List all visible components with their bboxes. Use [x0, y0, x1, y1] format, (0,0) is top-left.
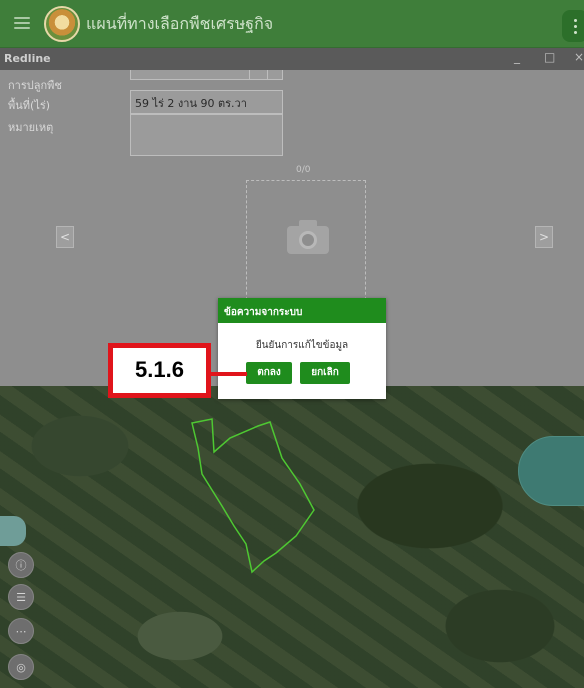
window-title: Redline — [4, 52, 51, 65]
satellite-map[interactable]: ⓘ ☰ ⋯ ◎ — [0, 386, 584, 688]
crop-select-field[interactable] — [130, 70, 283, 80]
remark-textarea[interactable] — [130, 114, 283, 156]
app-header: แผนที่ทางเลือกพืชเศรษฐกิจ — [0, 0, 584, 48]
dialog-title: ข้อความจากระบบ — [218, 298, 386, 323]
layers-icon[interactable]: ☰ — [8, 584, 34, 610]
minimize-button[interactable]: _ — [514, 50, 520, 64]
ok-button[interactable]: ตกลง — [246, 362, 292, 384]
next-photo-button[interactable]: > — [535, 226, 553, 248]
photo-counter: 0/0 — [296, 165, 311, 175]
area-label: พื้นที่(ไร่) — [8, 99, 51, 112]
more-icon[interactable]: ⋯ — [8, 618, 34, 644]
remark-label: หมายเหตุ — [8, 121, 54, 134]
info-icon[interactable]: ⓘ — [8, 552, 34, 578]
cancel-button[interactable]: ยกเลิก — [300, 362, 350, 384]
maximize-button[interactable]: □ — [544, 50, 555, 64]
more-options-icon[interactable] — [562, 10, 584, 42]
camera-icon — [287, 220, 329, 254]
photo-upload-box[interactable] — [246, 180, 366, 310]
area-field[interactable]: 59 ไร่ 2 งาน 90 ตร.วา — [130, 90, 283, 114]
app-title: แผนที่ทางเลือกพืชเศรษฐกิจ — [86, 14, 274, 33]
redline-window-bar: Redline _ □ × — [0, 48, 584, 70]
menu-icon[interactable] — [14, 17, 30, 29]
dialog-message: ยืนยันการแก้ไขข้อมูล — [255, 340, 349, 351]
crop-label: การปลูกพืช — [8, 79, 62, 92]
confirm-dialog: ข้อความจากระบบ ยืนยันการแก้ไขข้อมูล ตกลง… — [218, 298, 386, 399]
step-callout: 5.1.6 — [108, 343, 211, 398]
agency-logo — [44, 6, 80, 42]
callout-pointer — [211, 372, 247, 376]
close-button[interactable]: × — [574, 50, 584, 64]
parcel-polygon[interactable] — [0, 386, 584, 688]
prev-photo-button[interactable]: < — [56, 226, 74, 248]
locate-icon[interactable]: ◎ — [8, 654, 34, 680]
